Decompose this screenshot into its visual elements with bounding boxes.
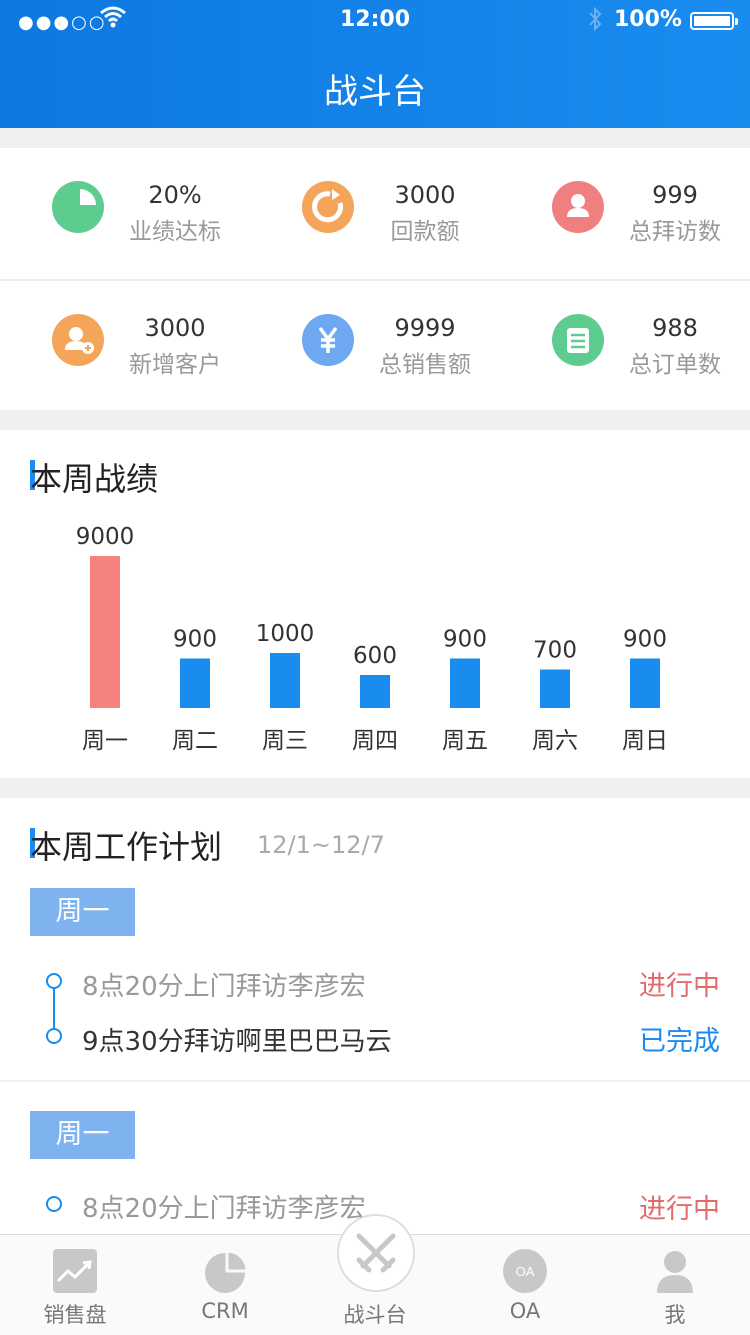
bar-value-label: 900 [173, 627, 217, 653]
plan-date-range: 12/1~12/7 [257, 831, 385, 859]
stat-item[interactable]: 999 总拜访数 [500, 148, 750, 279]
profile-icon [657, 1251, 693, 1293]
timeline-node [46, 1028, 62, 1044]
day-tag: 周一 [30, 1111, 135, 1159]
svg-text:OA: OA [516, 1264, 535, 1279]
stat-value: 9999 [394, 314, 456, 342]
tab-sales[interactable]: 销售盘 [0, 1235, 150, 1335]
add-person-icon [52, 314, 104, 366]
yen-icon [302, 314, 354, 366]
stat-item[interactable]: 3000 新增客户 [0, 281, 250, 412]
plan-section-title: 本周工作计划 [30, 828, 223, 866]
category-label: 周三 [262, 728, 308, 754]
category-label: 周六 [532, 728, 578, 754]
tab-label: OA [509, 1299, 541, 1323]
stats-panel: 20% 业绩达标 3000 回款额 999 总拜访数 3000 新增客户 9999 总销售额 988… [0, 148, 750, 410]
timeline-node [46, 1196, 62, 1212]
weekly-bar-chart: 9000 周一 900 周二 1000 周三 600 周四 900 周五 700 周六 900 周日 [76, 524, 668, 754]
task-item[interactable]: 8点20分上门拜访李彦宏 [82, 966, 366, 1003]
chart-bar [180, 658, 210, 708]
task-item[interactable]: 8点20分上门拜访李彦宏 [82, 1188, 366, 1225]
stat-item[interactable]: 3000 回款额 [250, 148, 500, 279]
task-status: 进行中 [639, 971, 720, 1002]
center-battle-button[interactable] [337, 1214, 415, 1292]
bar-value-label: 600 [353, 643, 397, 669]
tab-me[interactable]: 我 [600, 1235, 750, 1335]
stat-label: 总销售额 [379, 352, 471, 378]
stat-value: 3000 [394, 181, 456, 209]
tab-label: CRM [201, 1299, 249, 1323]
category-label: 周一 [82, 728, 128, 754]
bar-value-label: 1000 [256, 621, 315, 647]
stat-value: 988 [652, 314, 698, 342]
category-label: 周日 [622, 728, 668, 754]
chart-bar [450, 658, 480, 708]
oa-icon: OA [503, 1249, 547, 1293]
chart-bar [630, 658, 660, 708]
stat-value: 999 [652, 181, 698, 209]
chart-bar [360, 675, 390, 708]
stat-label: 回款额 [390, 219, 460, 245]
chart-bar [540, 669, 570, 708]
bar-value-label: 700 [533, 638, 577, 664]
stat-value: 20% [148, 181, 202, 209]
chart-bar [90, 556, 120, 708]
sales-chart-icon [53, 1249, 97, 1293]
battery-icon [690, 12, 738, 30]
bar-value-label: 900 [443, 627, 487, 653]
header: ●●●○○ 12:00 100% 战斗台 [0, 0, 750, 128]
task-item[interactable]: 9点30分拜访啊里巴巴马云 [82, 1021, 392, 1058]
tab-oa[interactable]: OA OA [450, 1235, 600, 1335]
tab-label: 我 [664, 1303, 686, 1327]
pie-chart-icon [52, 181, 104, 233]
chart-bar [270, 653, 300, 708]
stat-label: 新增客户 [129, 352, 221, 378]
document-icon [552, 314, 604, 366]
tab-label: 战斗台 [343, 1303, 407, 1327]
group-divider [0, 1080, 750, 1082]
day-tag: 周一 [30, 888, 135, 936]
timeline-node [46, 973, 62, 989]
crm-pie-icon [205, 1249, 247, 1293]
person-icon [552, 181, 604, 233]
task-status: 进行中 [639, 1194, 720, 1225]
page-title: 战斗台 [324, 72, 426, 112]
weekly-performance-panel: 本周战绩 9000 周一 900 周二 1000 周三 600 周四 900 周五 700 周六 900… [0, 430, 750, 778]
battery-percent: 100% [614, 7, 682, 32]
stat-label: 总订单数 [629, 352, 721, 378]
stat-item[interactable]: 20% 业绩达标 [0, 148, 250, 279]
weekly-plan-panel: 本周工作计划 12/1~12/7 周一 8点20分上门拜访李彦宏 进行中 9点3… [0, 798, 750, 1234]
category-label: 周二 [172, 728, 218, 754]
stat-label: 总拜访数 [629, 219, 721, 245]
bluetooth-icon [587, 6, 603, 37]
stat-label: 业绩达标 [129, 219, 221, 245]
tab-label: 销售盘 [43, 1303, 107, 1327]
crossed-swords-icon [356, 1233, 396, 1273]
category-label: 周四 [352, 728, 398, 754]
bar-value-label: 900 [623, 627, 667, 653]
stat-item[interactable]: 9999 总销售额 [250, 281, 500, 412]
stat-value: 3000 [144, 314, 206, 342]
task-status: 已完成 [639, 1026, 720, 1057]
category-label: 周五 [442, 728, 488, 754]
stat-item[interactable]: 988 总订单数 [500, 281, 750, 412]
tab-crm[interactable]: CRM [150, 1235, 300, 1335]
bar-value-label: 9000 [76, 524, 135, 550]
refresh-icon [302, 181, 354, 233]
